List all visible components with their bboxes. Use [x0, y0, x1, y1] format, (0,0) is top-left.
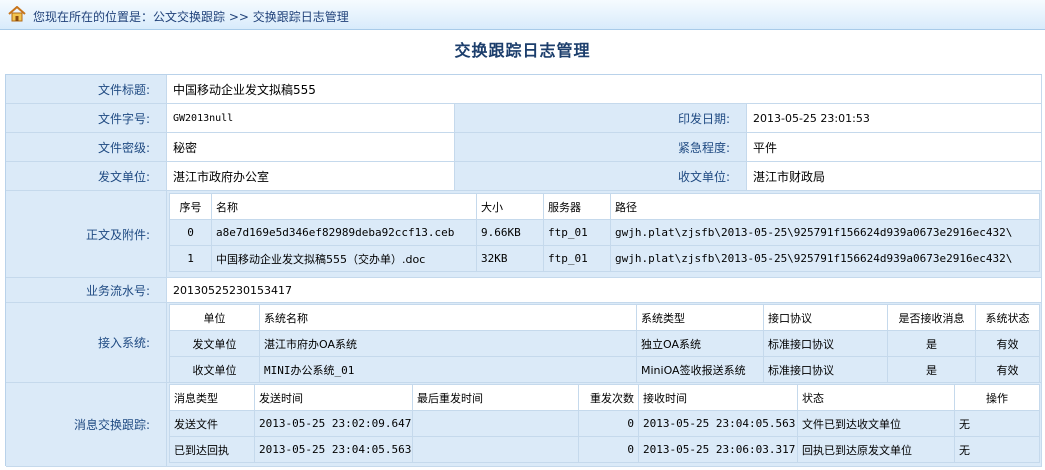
issue-date-label: 印发日期: [455, 104, 747, 133]
msg-header-status: 状态 [797, 384, 955, 411]
access-system-name: MINI办公系统_01 [259, 356, 637, 383]
attachment-server: ftp_01 [543, 219, 611, 246]
access-header-status: 系统状态 [975, 304, 1040, 331]
table-row: 1 中国移动企业发文拟稿555（交办单）.doc 32KB ftp_01 gwj… [169, 245, 1040, 272]
attachment-name-link[interactable]: 中国移动企业发文拟稿555（交办单）.doc [211, 245, 477, 272]
msg-type: 发送文件 [169, 410, 255, 437]
msg-send-time: 2013-05-25 23:02:09.647 [254, 410, 413, 437]
access-receive: 是 [887, 356, 976, 383]
attachment-path: gwjh.plat\zjsfb\2013-05-25\925791f156624… [610, 219, 1040, 246]
home-icon[interactable] [8, 6, 26, 22]
table-row: 0 a8e7d169e5d346ef82989deba92ccf13.ceb 9… [169, 219, 1040, 246]
access-protocol: 标准接口协议 [763, 356, 888, 383]
access-header-receive: 是否接收消息 [887, 304, 976, 331]
access-unit: 发文单位 [169, 330, 260, 357]
attachments-header-index: 序号 [169, 193, 212, 220]
msg-action: 无 [954, 410, 1040, 437]
access-unit: 收文单位 [169, 356, 260, 383]
urgency-value: 平件 [747, 133, 1042, 162]
access-system-type: MiniOA签收报送系统 [636, 356, 764, 383]
access-header-system-type: 系统类型 [636, 304, 764, 331]
table-row: 发送文件 2013-05-25 23:02:09.647 0 2013-05-2… [169, 410, 1040, 437]
message-tracking-label: 消息交换跟踪: [6, 383, 167, 467]
flow-number-value: 20130525230153417 [167, 278, 1042, 303]
breadcrumb: 您现在所在的位置是：公文交换跟踪 >> 交换跟踪日志管理 [33, 10, 349, 24]
msg-type: 已到达回执 [169, 436, 255, 463]
access-system-name: 湛江市府办OA系统 [259, 330, 637, 357]
receiver-value: 湛江市财政局 [747, 162, 1042, 191]
msg-resend-count: 0 [578, 436, 639, 463]
msg-receive-time: 2013-05-25 23:06:03.317 [638, 436, 798, 463]
msg-last-resend [412, 436, 579, 463]
doc-number-value: GW2013null [167, 104, 455, 133]
message-tracking-area: 消息类型 发送时间 最后重发时间 重发次数 接收时间 状态 操作 发送文件 20… [167, 383, 1042, 467]
attachment-index: 0 [169, 219, 212, 246]
urgency-label: 紧急程度: [455, 133, 747, 162]
access-status: 有效 [975, 330, 1040, 357]
secrecy-label: 文件密级: [6, 133, 167, 162]
attachments-header-size: 大小 [476, 193, 544, 220]
msg-header-type: 消息类型 [169, 384, 255, 411]
access-system-type: 独立OA系统 [636, 330, 764, 357]
access-status: 有效 [975, 356, 1040, 383]
receiver-label: 收文单位: [455, 162, 747, 191]
doc-title-label: 文件标题: [6, 75, 167, 104]
attachment-server: ftp_01 [543, 245, 611, 272]
access-receive: 是 [887, 330, 976, 357]
table-row: 收文单位 MINI办公系统_01 MiniOA签收报送系统 标准接口协议 是 有… [169, 356, 1040, 383]
flow-number-label: 业务流水号: [6, 278, 167, 303]
msg-receive-time: 2013-05-25 23:04:05.563 [638, 410, 798, 437]
access-header-unit: 单位 [169, 304, 260, 331]
msg-resend-count: 0 [578, 410, 639, 437]
msg-action: 无 [954, 436, 1040, 463]
doc-number-label: 文件字号: [6, 104, 167, 133]
msg-header-last-resend: 最后重发时间 [412, 384, 579, 411]
table-row: 已到达回执 2013-05-25 23:04:05.563 0 2013-05-… [169, 436, 1040, 463]
access-label: 接入系统: [6, 303, 167, 383]
msg-send-time: 2013-05-25 23:04:05.563 [254, 436, 413, 463]
attachments-header-path: 路径 [610, 193, 1040, 220]
access-header-system-name: 系统名称 [259, 304, 637, 331]
msg-header-receive-time: 接收时间 [638, 384, 798, 411]
attachments-header-server: 服务器 [543, 193, 611, 220]
sender-label: 发文单位: [6, 162, 167, 191]
attachment-size: 9.66KB [476, 219, 544, 246]
attachments-area: 序号 名称 大小 服务器 路径 0 a8e7d169e5d346ef82989d… [167, 191, 1042, 278]
attachments-header-name: 名称 [211, 193, 477, 220]
message-tracking-table: 消息类型 发送时间 最后重发时间 重发次数 接收时间 状态 操作 发送文件 20… [169, 384, 1040, 463]
page-title: 交换跟踪日志管理 [454, 41, 591, 60]
msg-header-send-time: 发送时间 [254, 384, 413, 411]
doc-title-value: 中国移动企业发文拟稿555 [167, 75, 1042, 104]
table-row: 发文单位 湛江市府办OA系统 独立OA系统 标准接口协议 是 有效 [169, 330, 1040, 357]
access-header-protocol: 接口协议 [763, 304, 888, 331]
secrecy-value: 秘密 [167, 133, 455, 162]
msg-header-resend-count: 重发次数 [578, 384, 639, 411]
msg-last-resend [412, 410, 579, 437]
detail-form: 文件标题: 中国移动企业发文拟稿555 文件字号: GW2013null 印发日… [5, 74, 1042, 467]
attachment-name-link[interactable]: a8e7d169e5d346ef82989deba92ccf13.ceb [211, 219, 477, 246]
msg-header-action: 操作 [954, 384, 1040, 411]
access-systems-table: 单位 系统名称 系统类型 接口协议 是否接收消息 系统状态 发文单位 湛江市府办… [169, 304, 1040, 383]
msg-status: 回执已到达原发文单位 [797, 436, 955, 463]
attachment-path: gwjh.plat\zjsfb\2013-05-25\925791f156624… [610, 245, 1040, 272]
msg-status: 文件已到达收文单位 [797, 410, 955, 437]
attachments-label: 正文及附件: [6, 191, 167, 278]
attachment-size: 32KB [476, 245, 544, 272]
attachment-index: 1 [169, 245, 212, 272]
breadcrumb-bar: 您现在所在的位置是：公文交换跟踪 >> 交换跟踪日志管理 [0, 0, 1045, 30]
access-area: 单位 系统名称 系统类型 接口协议 是否接收消息 系统状态 发文单位 湛江市府办… [167, 303, 1042, 383]
access-protocol: 标准接口协议 [763, 330, 888, 357]
sender-value: 湛江市政府办公室 [167, 162, 455, 191]
attachments-table: 序号 名称 大小 服务器 路径 0 a8e7d169e5d346ef82989d… [169, 193, 1040, 272]
issue-date-value: 2013-05-25 23:01:53 [747, 104, 1042, 133]
